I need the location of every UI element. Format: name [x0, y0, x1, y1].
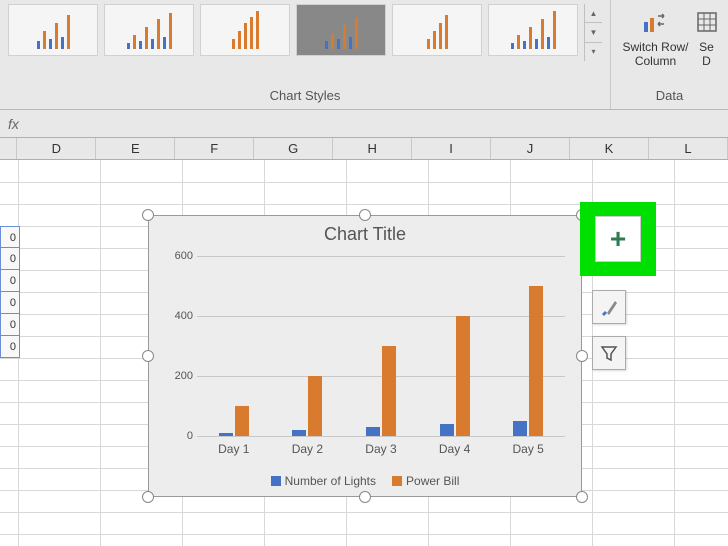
switch-icon: [640, 6, 672, 38]
brush-icon: [599, 297, 619, 317]
data-group-label: Data: [611, 88, 728, 103]
ribbon: ▲ ▼ ▾ Chart Styles Switch Row/ Column Se…: [0, 0, 728, 110]
worksheet-grid[interactable]: 0 0 0 0 0 0 Chart Title 600 400 200 0 Da…: [0, 160, 728, 546]
bar[interactable]: [366, 427, 380, 436]
fx-label: fx: [8, 116, 19, 132]
chart-styles-group: ▲ ▼ ▾ Chart Styles: [0, 0, 610, 109]
column-headers: D E F G H I J K L: [0, 138, 728, 160]
bar[interactable]: [513, 421, 527, 436]
legend-swatch-icon: [392, 476, 402, 486]
resize-handle[interactable]: [359, 209, 371, 221]
col-header[interactable]: D: [17, 138, 96, 159]
chart-style-thumb[interactable]: [104, 4, 194, 56]
bar[interactable]: [235, 406, 249, 436]
y-tick: 400: [175, 310, 193, 322]
x-label: Day 3: [344, 442, 418, 456]
chart-style-thumb[interactable]: [488, 4, 578, 56]
select-data-label: Se D: [699, 40, 714, 69]
x-label: Day 5: [491, 442, 565, 456]
legend-label: Power Bill: [406, 474, 459, 488]
col-gutter: [0, 138, 17, 159]
data-cell[interactable]: 0: [0, 270, 20, 292]
chart-style-thumb[interactable]: [392, 4, 482, 56]
chart-area[interactable]: Chart Title 600 400 200 0 Day 1 Day 2 Da…: [148, 215, 582, 497]
data-cell[interactable]: 0: [0, 248, 20, 270]
select-data-icon: [695, 6, 719, 38]
chart-elements-button[interactable]: +: [595, 216, 641, 262]
data-cell[interactable]: 0: [0, 292, 20, 314]
x-axis: Day 1 Day 2 Day 3 Day 4 Day 5: [197, 442, 565, 456]
y-tick: 200: [175, 370, 193, 382]
col-header[interactable]: H: [333, 138, 412, 159]
chart-style-thumb[interactable]: [8, 4, 98, 56]
data-group: Switch Row/ Column Se D Data: [610, 0, 728, 109]
resize-handle[interactable]: [576, 491, 588, 503]
filter-icon: [600, 344, 618, 362]
col-header[interactable]: E: [96, 138, 175, 159]
highlight-callout: +: [580, 202, 656, 276]
bars: [197, 256, 565, 436]
gallery-scrollbar: ▲ ▼ ▾: [584, 4, 602, 61]
switch-row-column-button[interactable]: Switch Row/ Column: [620, 4, 690, 74]
x-label: Day 1: [197, 442, 271, 456]
plot-area[interactable]: [197, 256, 565, 436]
resize-handle[interactable]: [576, 350, 588, 362]
plus-icon: +: [610, 225, 626, 253]
legend-item[interactable]: Number of Lights: [271, 474, 376, 488]
chart-styles-button[interactable]: [592, 290, 626, 324]
legend-label: Number of Lights: [285, 474, 376, 488]
bar[interactable]: [456, 316, 470, 436]
chart-filters-button[interactable]: [592, 336, 626, 370]
data-cell[interactable]: 0: [0, 226, 20, 248]
x-label: Day 2: [271, 442, 345, 456]
col-header[interactable]: L: [649, 138, 728, 159]
embedded-chart[interactable]: Chart Title 600 400 200 0 Day 1 Day 2 Da…: [148, 215, 582, 497]
bar-group[interactable]: [348, 256, 414, 436]
y-axis: 600 400 200 0: [163, 256, 193, 436]
data-cell[interactable]: 0: [0, 314, 20, 336]
scroll-up-button[interactable]: ▲: [585, 4, 602, 23]
switch-row-col-label: Switch Row/ Column: [622, 40, 688, 69]
chart-styles-label: Chart Styles: [0, 88, 610, 103]
scroll-down-button[interactable]: ▼: [585, 23, 602, 42]
legend-swatch-icon: [271, 476, 281, 486]
bar-group[interactable]: [201, 256, 267, 436]
chart-legend[interactable]: Number of Lights Power Bill: [149, 474, 581, 488]
bar[interactable]: [308, 376, 322, 436]
formula-bar[interactable]: fx: [0, 110, 728, 138]
bar[interactable]: [382, 346, 396, 436]
resize-handle[interactable]: [142, 209, 154, 221]
y-tick: 600: [175, 250, 193, 262]
select-data-button[interactable]: Se D: [695, 4, 719, 74]
chart-style-thumb[interactable]: [296, 4, 386, 56]
chart-styles-gallery: ▲ ▼ ▾: [0, 0, 610, 65]
resize-handle[interactable]: [359, 491, 371, 503]
chart-style-thumb[interactable]: [200, 4, 290, 56]
resize-handle[interactable]: [142, 350, 154, 362]
bar[interactable]: [440, 424, 454, 436]
data-cell[interactable]: 0: [0, 336, 20, 358]
bar[interactable]: [292, 430, 306, 436]
resize-handle[interactable]: [142, 491, 154, 503]
bar[interactable]: [219, 433, 233, 436]
y-tick: 0: [187, 430, 193, 442]
col-header[interactable]: F: [175, 138, 254, 159]
data-range: 0 0 0 0 0 0: [0, 226, 20, 358]
bar-group[interactable]: [495, 256, 561, 436]
bar-group[interactable]: [421, 256, 487, 436]
col-header[interactable]: K: [570, 138, 649, 159]
col-header[interactable]: I: [412, 138, 491, 159]
chart-side-tools: [592, 290, 626, 370]
scroll-more-button[interactable]: ▾: [585, 43, 602, 61]
x-label: Day 4: [418, 442, 492, 456]
col-header[interactable]: J: [491, 138, 570, 159]
col-header[interactable]: G: [254, 138, 333, 159]
legend-item[interactable]: Power Bill: [392, 474, 459, 488]
bar-group[interactable]: [274, 256, 340, 436]
bar[interactable]: [529, 286, 543, 436]
